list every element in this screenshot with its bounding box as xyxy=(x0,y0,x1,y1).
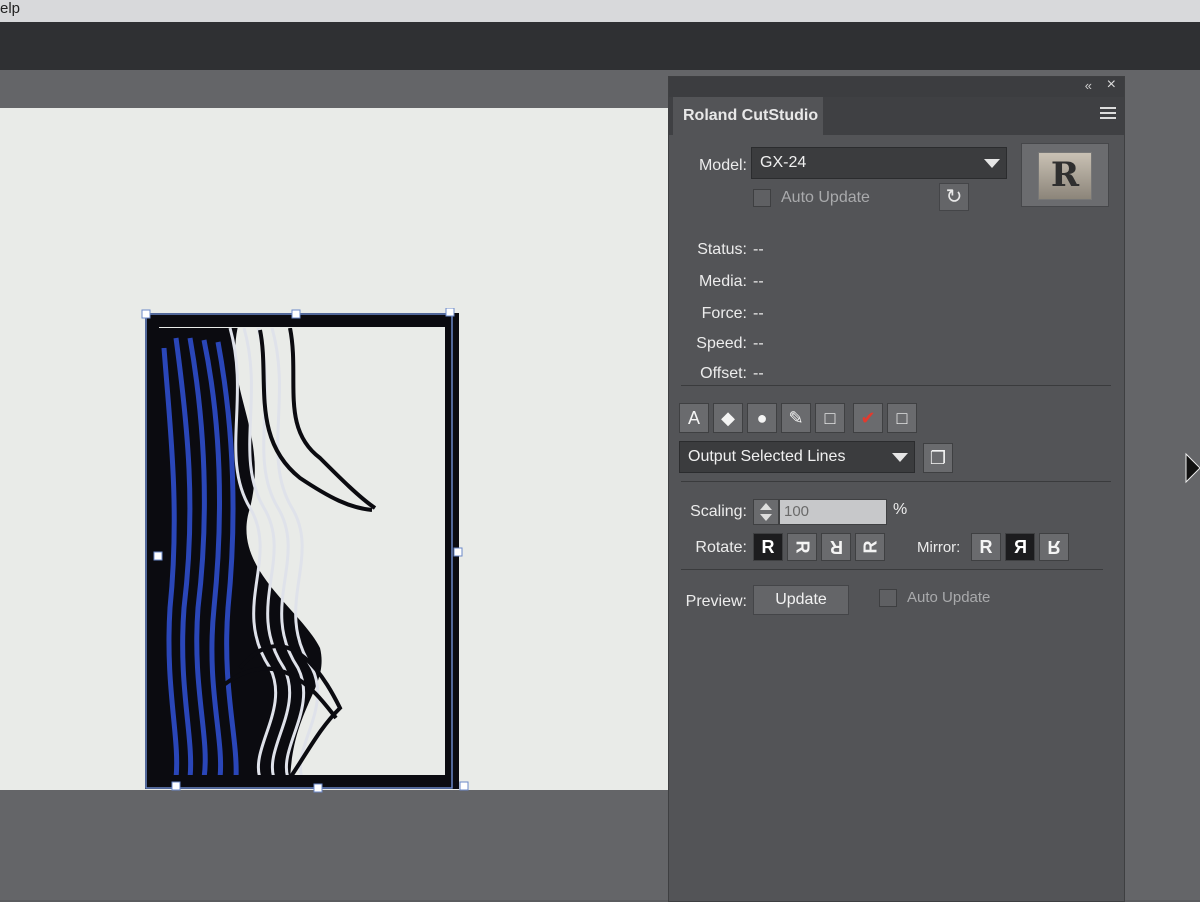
pen-tool-icon[interactable]: ✎ xyxy=(781,403,811,433)
update-button[interactable]: Update xyxy=(753,585,849,615)
chevron-up-icon xyxy=(760,503,772,510)
shapes-tool-icon[interactable]: ● xyxy=(747,403,777,433)
rotate-90-glyph: R xyxy=(792,540,812,554)
model-select[interactable]: GX-24 xyxy=(751,147,1007,179)
output-select[interactable]: Output Selected Lines xyxy=(679,441,915,473)
speed-label: Speed: xyxy=(696,335,747,352)
mirror-vertical-glyph: R xyxy=(1047,537,1061,557)
rotate-270-button[interactable]: R xyxy=(855,533,885,561)
auto-update-label: Auto Update xyxy=(781,189,870,206)
eraser-tool-icon[interactable]: ◆ xyxy=(713,403,743,433)
menu-bar: elp xyxy=(0,0,1200,22)
model-label: Model: xyxy=(698,157,747,174)
rotate-270-glyph: R xyxy=(860,540,880,554)
scaling-input[interactable]: 100 xyxy=(779,499,887,525)
divider xyxy=(681,385,1111,386)
chevron-down-icon xyxy=(984,159,1000,168)
divider xyxy=(681,569,1103,570)
mirror-label: Mirror: xyxy=(917,539,961,556)
scaling-unit: % xyxy=(893,501,908,518)
roland-logo-mark: R xyxy=(1038,152,1092,200)
mirror-vertical-button[interactable]: R xyxy=(1039,533,1069,561)
app-toolbar-strip xyxy=(0,22,1200,70)
status-value: -- xyxy=(753,241,764,258)
menu-help[interactable]: elp xyxy=(0,0,20,17)
media-value: -- xyxy=(753,273,764,290)
mouse-cursor-icon xyxy=(1185,452,1200,484)
rotate-180-glyph: R xyxy=(829,537,843,557)
scaling-stepper[interactable] xyxy=(753,499,779,525)
panel-menu-icon[interactable] xyxy=(1100,104,1116,122)
divider xyxy=(681,481,1111,482)
tab-roland-cutstudio[interactable]: Roland CutStudio xyxy=(673,97,823,135)
status-label: Status: xyxy=(697,241,747,258)
marquee-icon[interactable]: □ xyxy=(887,403,917,433)
collapse-panel-icon[interactable]: « xyxy=(1085,78,1092,93)
output-select-value: Output Selected Lines xyxy=(688,448,846,465)
mirror-none-button[interactable]: R xyxy=(971,533,1001,561)
scaling-label: Scaling: xyxy=(690,503,747,520)
mirror-horizontal-glyph: R xyxy=(1013,537,1027,557)
offset-label: Offset: xyxy=(700,365,747,382)
check-icon[interactable]: ✔ xyxy=(853,403,883,433)
model-select-value: GX-24 xyxy=(760,154,807,171)
media-tool-icon[interactable]: □ xyxy=(815,403,845,433)
chevron-down-icon xyxy=(760,514,772,521)
panel-tab-strip: Roland CutStudio xyxy=(669,97,1124,135)
rotate-label: Rotate: xyxy=(695,539,747,556)
preview-label: Preview: xyxy=(685,593,747,610)
rotate-0-button[interactable]: R xyxy=(753,533,783,561)
rotate-180-button[interactable]: R xyxy=(821,533,851,561)
selected-artwork[interactable] xyxy=(140,308,470,798)
refresh-button[interactable]: ↻ xyxy=(939,183,969,211)
offset-value: -- xyxy=(753,365,764,382)
roland-logo: R xyxy=(1021,143,1109,207)
text-tool-icon[interactable]: A xyxy=(679,403,709,433)
force-label: Force: xyxy=(701,305,747,322)
media-label: Media: xyxy=(698,273,747,290)
auto-update-checkbox[interactable] xyxy=(753,189,771,207)
preview-auto-update-label: Auto Update xyxy=(907,589,991,606)
rotate-90-button[interactable]: R xyxy=(787,533,817,561)
mirror-horizontal-button[interactable]: R xyxy=(1005,533,1035,561)
cutstudio-panel: « × Roland CutStudio Model: GX-24 Auto U… xyxy=(668,76,1125,902)
close-icon[interactable]: × xyxy=(1107,76,1116,94)
force-value: -- xyxy=(753,305,764,322)
speed-value: -- xyxy=(753,335,764,352)
chevron-down-icon xyxy=(892,453,908,462)
panel-header: « × xyxy=(669,76,1124,97)
refresh-icon: ↻ xyxy=(945,186,963,208)
duplicate-icon[interactable]: ❐ xyxy=(923,443,953,473)
preview-auto-update-checkbox[interactable] xyxy=(879,589,897,607)
